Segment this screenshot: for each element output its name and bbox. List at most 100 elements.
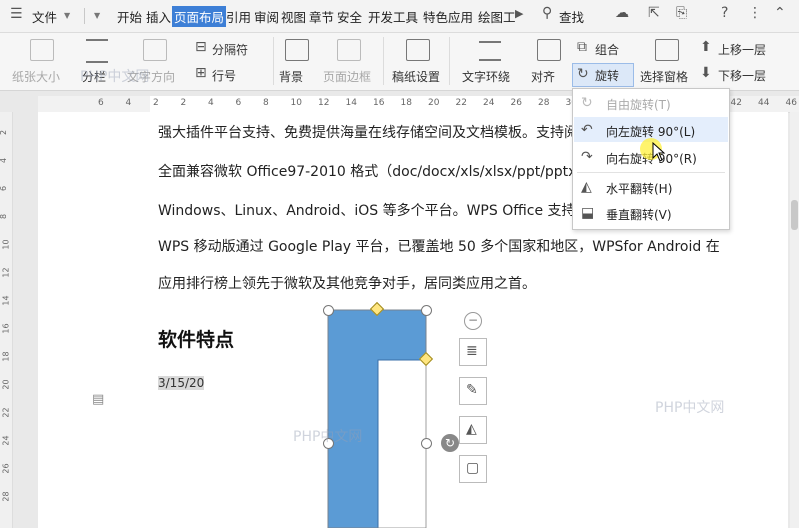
- tab-drawing-tools[interactable]: 绘图工: [478, 7, 516, 26]
- ruler-tick-label: 4: [208, 98, 214, 108]
- tab-special[interactable]: 特色应用: [423, 7, 473, 26]
- tab-home[interactable]: 开始: [117, 7, 142, 26]
- text-wrap-button[interactable]: 文字环绕: [462, 68, 510, 85]
- divider: [383, 37, 384, 85]
- vertical-scrollbar[interactable]: [790, 112, 799, 528]
- ruler-tick-label: 28: [538, 98, 550, 108]
- vruler-tick-label: 6: [0, 186, 8, 191]
- tab-section[interactable]: 章节: [309, 7, 334, 26]
- selected-shape[interactable]: [322, 306, 434, 528]
- fill-button[interactable]: ◭: [459, 416, 487, 444]
- draft-settings-icon: [406, 39, 430, 61]
- rotate-left-icon: ↶: [581, 122, 593, 138]
- search-button[interactable]: 查找: [559, 7, 584, 26]
- vruler-tick-label: 20: [1, 379, 11, 390]
- menu-divider: [577, 172, 725, 173]
- scrollbar-thumb[interactable]: [791, 200, 798, 230]
- layout-icon: ≣: [466, 343, 478, 359]
- ruler-tick-label: 18: [400, 98, 412, 108]
- tab-page-layout[interactable]: 页面布局: [172, 6, 227, 27]
- vruler-tick-label: 4: [0, 158, 8, 163]
- file-menu[interactable]: 文件: [32, 7, 57, 26]
- border-icon: ▢: [466, 460, 480, 476]
- more-icon[interactable]: ⋮: [748, 5, 762, 21]
- selection-pane-icon: [655, 39, 679, 61]
- rotate-icon: ↻: [577, 66, 589, 82]
- mouse-cursor-icon: [652, 142, 666, 162]
- ruler-tick-label: 42: [730, 98, 742, 108]
- menu-icon[interactable]: ☰: [10, 6, 23, 22]
- separator-button[interactable]: 分隔符: [212, 41, 248, 58]
- tab-review[interactable]: 审阅: [254, 7, 279, 26]
- tab-view[interactable]: 视图: [281, 7, 306, 26]
- vruler-tick-label: 10: [1, 239, 11, 250]
- free-rotate-icon: ↻: [581, 95, 593, 111]
- vruler-tick-label: 2: [0, 130, 8, 135]
- bring-forward-button[interactable]: 上移一层: [718, 41, 766, 58]
- watermark: PHP中文网: [293, 429, 363, 445]
- send-backward-button[interactable]: 下移一层: [718, 67, 766, 84]
- paper-size-icon: [30, 39, 54, 61]
- menu-item-free-rotate[interactable]: 自由旋转(T): [606, 96, 671, 113]
- selection-pane-button[interactable]: 选择窗格: [640, 68, 688, 85]
- search-icon[interactable]: ⚲: [542, 5, 552, 21]
- watermark: PHP中文网: [655, 400, 725, 416]
- section-heading: 软件特点: [158, 329, 235, 351]
- resize-handle[interactable]: [323, 305, 334, 316]
- paragraph-line-1: 强大插件平台支持、免费提供海量在线存储空间及文档模板。支持阅: [158, 125, 578, 141]
- border-button[interactable]: ▢: [459, 455, 487, 483]
- paper-size-button[interactable]: 纸张大小: [12, 68, 60, 85]
- page-border-button[interactable]: 页面边框: [323, 68, 371, 85]
- vertical-ruler[interactable]: 246810121416182022242628: [0, 112, 13, 528]
- vruler-tick-label: 8: [0, 214, 8, 219]
- ruler-tick-label: 44: [758, 98, 770, 108]
- ruler-tick-label: 22: [455, 98, 467, 108]
- outline-button[interactable]: ✎: [459, 377, 487, 405]
- help-icon[interactable]: ?: [721, 5, 728, 21]
- divider: [449, 37, 450, 85]
- rotation-handle-icon[interactable]: ↻: [441, 434, 459, 452]
- group-button[interactable]: 组合: [595, 41, 619, 58]
- tab-insert[interactable]: 插入: [146, 7, 171, 26]
- l-shape[interactable]: [327, 309, 427, 528]
- date-field: 3/15/20: [158, 376, 205, 390]
- vruler-tick-label: 22: [1, 407, 11, 418]
- bring-forward-icon: ⬆: [700, 39, 712, 55]
- ruler-tick-label: 14: [345, 98, 357, 108]
- chevron-down-icon[interactable]: ▼: [64, 11, 70, 20]
- layout-options-button[interactable]: ≣: [459, 338, 487, 366]
- chevron-right-icon[interactable]: ▶: [515, 7, 523, 20]
- background-icon: [285, 39, 309, 61]
- separator-icon: ⊟: [195, 39, 207, 55]
- group-icon: ⧉: [577, 39, 587, 55]
- ruler-tick-label: 16: [373, 98, 385, 108]
- columns-icon: [86, 39, 108, 63]
- rotate-label: 旋转: [595, 69, 620, 83]
- watermark: PHP中文网: [80, 69, 150, 85]
- chevron-down-icon[interactable]: ▼: [94, 11, 100, 20]
- background-button[interactable]: 背景: [279, 68, 303, 85]
- tab-developer[interactable]: 开发工具: [368, 7, 418, 26]
- export-icon[interactable]: ⎘: [676, 5, 687, 21]
- resize-handle[interactable]: [421, 438, 432, 449]
- resize-handle[interactable]: [421, 305, 432, 316]
- collapse-icon[interactable]: −: [464, 312, 482, 330]
- draft-settings-button[interactable]: 稿纸设置: [392, 68, 440, 85]
- menu-item-flip-horizontal[interactable]: 水平翻转(H): [606, 180, 672, 197]
- ruler-tick-label: 2: [153, 98, 159, 108]
- align-button[interactable]: 对齐: [531, 68, 555, 85]
- ruler-tick-label: 12: [318, 98, 330, 108]
- menu-bar: ☰ 文件 ▼ ▼ 开始 插入 页面布局 引用 审阅 视图 章节 安全 开发工具 …: [0, 0, 799, 33]
- text-wrap-icon: [479, 41, 501, 61]
- cloud-sync-icon[interactable]: ☁: [615, 5, 629, 21]
- share-icon[interactable]: ⇱: [648, 5, 660, 21]
- collapse-ribbon-icon[interactable]: ⌃: [774, 5, 786, 21]
- menu-item-flip-vertical[interactable]: 垂直翻转(V): [606, 206, 672, 223]
- paragraph-icon[interactable]: ▤: [92, 392, 104, 407]
- ruler-tick-label: 20: [428, 98, 440, 108]
- line-number-button[interactable]: 行号: [212, 67, 236, 84]
- ruler-tick-label: 4: [125, 98, 132, 108]
- fill-icon: ◭: [466, 421, 477, 437]
- tab-security[interactable]: 安全: [337, 7, 362, 26]
- tab-references[interactable]: 引用: [226, 7, 251, 26]
